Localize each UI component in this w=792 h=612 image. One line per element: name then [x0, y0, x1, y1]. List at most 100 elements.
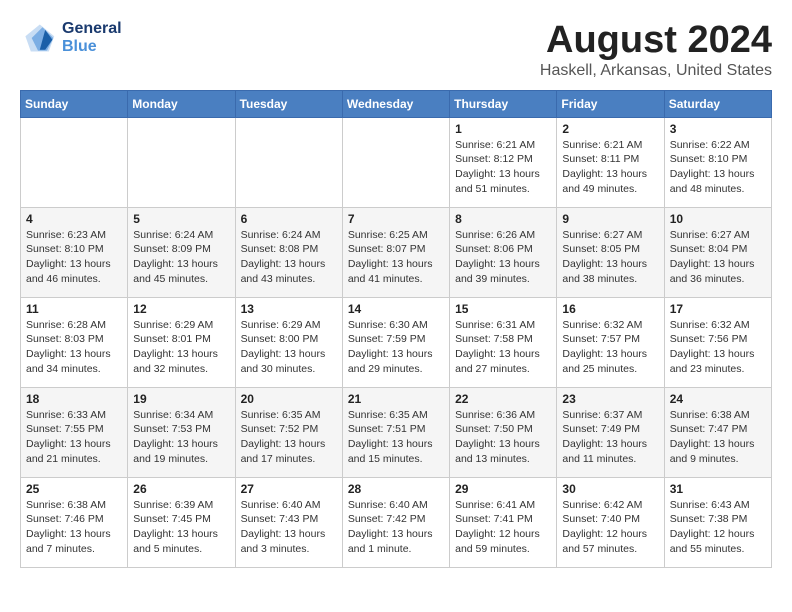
day-number: 29 [455, 482, 551, 496]
day-number: 19 [133, 392, 229, 406]
calendar-week-1: 1 Sunrise: 6:21 AM Sunset: 8:12 PM Daylig… [21, 117, 772, 207]
day-info: Sunrise: 6:29 AM Sunset: 8:01 PM Dayligh… [133, 318, 229, 377]
calendar-cell: 26 Sunrise: 6:39 AM Sunset: 7:45 PM Dayli… [128, 477, 235, 567]
calendar-cell: 3Sunrise: 6:22 AM Sunset: 8:10 PM Daylig… [664, 117, 771, 207]
weekday-header-saturday: Saturday [664, 90, 771, 117]
weekday-header-wednesday: Wednesday [342, 90, 449, 117]
calendar-cell: 11 Sunrise: 6:28 AM Sunset: 8:03 PM Dayli… [21, 297, 128, 387]
day-number: 6 [241, 212, 337, 226]
calendar-cell: 4 Sunrise: 6:23 AM Sunset: 8:10 PM Daylig… [21, 207, 128, 297]
day-number: 5 [133, 212, 229, 226]
day-info: Sunrise: 6:39 AM Sunset: 7:45 PM Dayligh… [133, 498, 229, 557]
day-number: 12 [133, 302, 229, 316]
day-info: Sunrise: 6:35 AM Sunset: 7:51 PM Dayligh… [348, 408, 444, 467]
calendar-cell: 5 Sunrise: 6:24 AM Sunset: 8:09 PM Daylig… [128, 207, 235, 297]
calendar-week-3: 11 Sunrise: 6:28 AM Sunset: 8:03 PM Dayli… [21, 297, 772, 387]
calendar-cell: 20Sunrise: 6:35 AM Sunset: 7:52 PM Dayli… [235, 387, 342, 477]
logo-text: General Blue [62, 20, 122, 56]
calendar-cell: 2Sunrise: 6:21 AM Sunset: 8:11 PM Daylig… [557, 117, 664, 207]
calendar-cell: 13 Sunrise: 6:29 AM Sunset: 8:00 PM Dayli… [235, 297, 342, 387]
calendar-cell: 19Sunrise: 6:34 AM Sunset: 7:53 PM Dayli… [128, 387, 235, 477]
day-number: 4 [26, 212, 122, 226]
day-number: 14 [348, 302, 444, 316]
calendar-cell: 28Sunrise: 6:40 AM Sunset: 7:42 PM Dayli… [342, 477, 449, 567]
day-number: 9 [562, 212, 658, 226]
weekday-header-row: SundayMondayTuesdayWednesdayThursdayFrid… [21, 90, 772, 117]
day-number: 7 [348, 212, 444, 226]
day-number: 30 [562, 482, 658, 496]
day-info: Sunrise: 6:29 AM Sunset: 8:00 PM Dayligh… [241, 318, 337, 377]
day-info: Sunrise: 6:21 AM Sunset: 8:11 PM Dayligh… [562, 138, 658, 197]
calendar-cell: 24Sunrise: 6:38 AM Sunset: 7:47 PM Dayli… [664, 387, 771, 477]
day-info: Sunrise: 6:28 AM Sunset: 8:03 PM Dayligh… [26, 318, 122, 377]
day-info: Sunrise: 6:27 AM Sunset: 8:04 PM Dayligh… [670, 228, 766, 287]
day-number: 31 [670, 482, 766, 496]
weekday-header-monday: Monday [128, 90, 235, 117]
day-number: 10 [670, 212, 766, 226]
day-number: 28 [348, 482, 444, 496]
calendar-cell: 21 Sunrise: 6:35 AM Sunset: 7:51 PM Dayli… [342, 387, 449, 477]
logo-icon [20, 20, 56, 56]
day-info: Sunrise: 6:42 AM Sunset: 7:40 PM Dayligh… [562, 498, 658, 557]
weekday-header-tuesday: Tuesday [235, 90, 342, 117]
day-info: Sunrise: 6:25 AM Sunset: 8:07 PM Dayligh… [348, 228, 444, 287]
day-info: Sunrise: 6:21 AM Sunset: 8:12 PM Dayligh… [455, 138, 551, 197]
day-info: Sunrise: 6:43 AM Sunset: 7:38 PM Dayligh… [670, 498, 766, 557]
calendar-week-5: 25Sunrise: 6:38 AM Sunset: 7:46 PM Dayli… [21, 477, 772, 567]
calendar-cell: 7 Sunrise: 6:25 AM Sunset: 8:07 PM Daylig… [342, 207, 449, 297]
calendar-cell: 17 Sunrise: 6:32 AM Sunset: 7:56 PM Dayli… [664, 297, 771, 387]
day-info: Sunrise: 6:33 AM Sunset: 7:55 PM Dayligh… [26, 408, 122, 467]
calendar-cell: 16Sunrise: 6:32 AM Sunset: 7:57 PM Dayli… [557, 297, 664, 387]
calendar-cell: 22 Sunrise: 6:36 AM Sunset: 7:50 PM Dayli… [450, 387, 557, 477]
day-number: 18 [26, 392, 122, 406]
calendar-cell: 31 Sunrise: 6:43 AM Sunset: 7:38 PM Dayli… [664, 477, 771, 567]
calendar-week-2: 4 Sunrise: 6:23 AM Sunset: 8:10 PM Daylig… [21, 207, 772, 297]
day-number: 3 [670, 122, 766, 136]
weekday-header-thursday: Thursday [450, 90, 557, 117]
day-info: Sunrise: 6:23 AM Sunset: 8:10 PM Dayligh… [26, 228, 122, 287]
day-number: 13 [241, 302, 337, 316]
day-number: 26 [133, 482, 229, 496]
weekday-header-friday: Friday [557, 90, 664, 117]
day-number: 25 [26, 482, 122, 496]
calendar-table: SundayMondayTuesdayWednesdayThursdayFrid… [20, 90, 772, 568]
calendar-cell: 18 Sunrise: 6:33 AM Sunset: 7:55 PM Dayli… [21, 387, 128, 477]
day-number: 15 [455, 302, 551, 316]
day-number: 17 [670, 302, 766, 316]
day-number: 22 [455, 392, 551, 406]
day-info: Sunrise: 6:26 AM Sunset: 8:06 PM Dayligh… [455, 228, 551, 287]
day-info: Sunrise: 6:32 AM Sunset: 7:56 PM Dayligh… [670, 318, 766, 377]
calendar-cell: 15Sunrise: 6:31 AM Sunset: 7:58 PM Dayli… [450, 297, 557, 387]
calendar-cell: 10 Sunrise: 6:27 AM Sunset: 8:04 PM Dayli… [664, 207, 771, 297]
day-number: 11 [26, 302, 122, 316]
calendar-cell: 6 Sunrise: 6:24 AM Sunset: 8:08 PM Daylig… [235, 207, 342, 297]
logo: General Blue [20, 20, 122, 56]
calendar-cell [342, 117, 449, 207]
day-info: Sunrise: 6:36 AM Sunset: 7:50 PM Dayligh… [455, 408, 551, 467]
calendar-week-4: 18 Sunrise: 6:33 AM Sunset: 7:55 PM Dayli… [21, 387, 772, 477]
day-info: Sunrise: 6:24 AM Sunset: 8:08 PM Dayligh… [241, 228, 337, 287]
calendar-cell: 12 Sunrise: 6:29 AM Sunset: 8:01 PM Dayli… [128, 297, 235, 387]
day-number: 24 [670, 392, 766, 406]
day-number: 23 [562, 392, 658, 406]
day-info: Sunrise: 6:35 AM Sunset: 7:52 PM Dayligh… [241, 408, 337, 467]
calendar-cell [235, 117, 342, 207]
day-info: Sunrise: 6:24 AM Sunset: 8:09 PM Dayligh… [133, 228, 229, 287]
day-info: Sunrise: 6:30 AM Sunset: 7:59 PM Dayligh… [348, 318, 444, 377]
calendar-subtitle: Haskell, Arkansas, United States [540, 62, 772, 80]
calendar-cell: 27 Sunrise: 6:40 AM Sunset: 7:43 PM Dayli… [235, 477, 342, 567]
day-info: Sunrise: 6:40 AM Sunset: 7:43 PM Dayligh… [241, 498, 337, 557]
calendar-title: August 2024 [540, 20, 772, 62]
calendar-cell: 14 Sunrise: 6:30 AM Sunset: 7:59 PM Dayli… [342, 297, 449, 387]
day-info: Sunrise: 6:41 AM Sunset: 7:41 PM Dayligh… [455, 498, 551, 557]
page-header: General Blue August 2024 Haskell, Arkans… [20, 20, 772, 80]
calendar-cell: 1 Sunrise: 6:21 AM Sunset: 8:12 PM Daylig… [450, 117, 557, 207]
day-number: 8 [455, 212, 551, 226]
day-number: 27 [241, 482, 337, 496]
calendar-cell: 8 Sunrise: 6:26 AM Sunset: 8:06 PM Daylig… [450, 207, 557, 297]
day-number: 21 [348, 392, 444, 406]
calendar-cell: 29 Sunrise: 6:41 AM Sunset: 7:41 PM Dayli… [450, 477, 557, 567]
day-number: 1 [455, 122, 551, 136]
weekday-header-sunday: Sunday [21, 90, 128, 117]
day-info: Sunrise: 6:27 AM Sunset: 8:05 PM Dayligh… [562, 228, 658, 287]
